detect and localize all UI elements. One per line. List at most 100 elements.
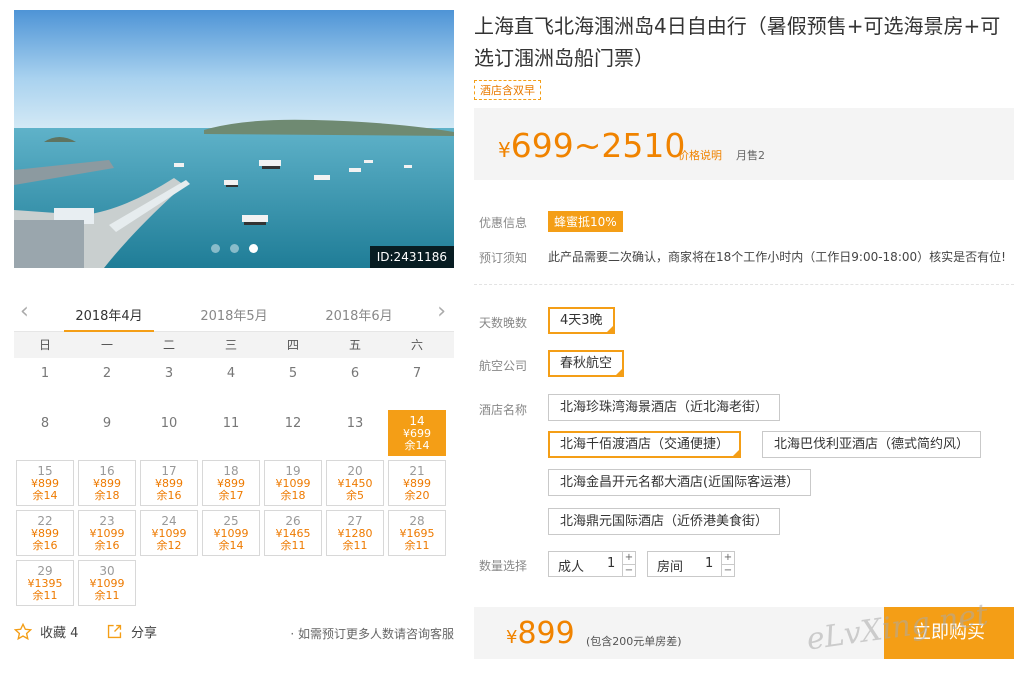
purchase-bar: ¥899 (包含200元单房差) 立即购买: [474, 607, 1014, 659]
calendar-day-unavailable: 7: [412, 366, 422, 381]
star-icon: [14, 622, 32, 640]
yen-symbol: ¥: [498, 138, 511, 162]
day-remaining: 余16: [156, 489, 182, 502]
day-number: 17: [161, 464, 177, 478]
price-explain-link[interactable]: 价格说明: [678, 147, 722, 163]
calendar-day-available[interactable]: 23 ¥1099 余16: [78, 510, 136, 556]
carousel-dot[interactable]: [229, 244, 239, 253]
calendar-day-available[interactable]: 17 ¥899 余16: [140, 460, 198, 506]
calendar-day-available[interactable]: 26 ¥1465 余11: [264, 510, 322, 556]
day-number: 15: [37, 464, 53, 478]
weekday-label: 一: [100, 338, 113, 352]
check-icon: ✓: [605, 319, 613, 328]
calendar-day-unavailable: 8: [40, 416, 50, 431]
calendar-day-unavailable: 9: [102, 416, 112, 431]
airline-option[interactable]: 春秋航空 ✓: [548, 350, 625, 377]
day-number: 25: [223, 514, 239, 528]
calendar-day-unavailable: 12: [284, 416, 302, 431]
calendar-day-available[interactable]: 20 ¥1450 余5: [326, 460, 384, 506]
calendar-day-selected[interactable]: 14 ¥699 余14: [388, 410, 446, 456]
room-stepper-buttons: + −: [721, 552, 734, 576]
calendar-day-available[interactable]: 24 ¥1099 余12: [140, 510, 198, 556]
calendar-day-available[interactable]: 29 ¥1395 余11: [16, 560, 74, 606]
weekday-label: 三: [224, 338, 237, 352]
adult-minus-button[interactable]: −: [623, 564, 635, 576]
hotel-option[interactable]: 北海珍珠湾海景酒店（近北海老街）: [548, 394, 781, 421]
hotel-option-selected[interactable]: 北海千佰渡酒店（交通便捷） ✓: [548, 431, 742, 458]
product-title: 上海直飞北海涠洲岛4日自由行（暑假预售+可选海景房+可选订涠洲岛船门票）: [474, 14, 1001, 70]
room-label: 房间: [657, 560, 684, 575]
booking-notice-label: 预订须知: [479, 251, 528, 265]
day-number: 28: [409, 514, 425, 528]
buy-now-button[interactable]: 立即购买: [884, 607, 1014, 659]
calendar-day-available[interactable]: 16 ¥899 余18: [78, 460, 136, 506]
hotel-option[interactable]: 北海巴伐利亚酒店（德式简约风）: [762, 431, 982, 458]
carousel-dot[interactable]: [248, 244, 258, 253]
calendar-day-unavailable: 5: [288, 366, 298, 381]
room-count[interactable]: 1: [705, 556, 713, 571]
room-minus-button[interactable]: −: [722, 564, 734, 576]
calendar-day-unavailable: 2: [102, 366, 112, 381]
hotel-option[interactable]: 北海鼎元国际酒店（近侨港美食街）: [548, 508, 781, 535]
price-range: ¥699~2510: [498, 126, 685, 165]
day-remaining: 余18: [280, 489, 306, 502]
calendar-day-unavailable: 1: [40, 366, 50, 381]
next-month-icon[interactable]: ›: [437, 301, 446, 323]
day-remaining: 余14: [404, 439, 430, 452]
favorite-button[interactable]: 收藏 4: [14, 622, 78, 641]
share-label: 分享: [131, 626, 158, 641]
tab-month-april[interactable]: 2018年4月: [64, 305, 154, 332]
adult-plus-button[interactable]: +: [623, 552, 635, 564]
calendar-day-unavailable: 3: [164, 366, 174, 381]
discount-badge: 蜂蜜抵10%: [548, 211, 623, 232]
adult-label: 成人: [558, 560, 585, 575]
calendar-day-available[interactable]: 22 ¥899 余16: [16, 510, 74, 556]
day-number: 20: [347, 464, 363, 478]
hotel-name: 北海珍珠湾海景酒店（近北海老街）: [560, 400, 769, 415]
adult-count[interactable]: 1: [607, 556, 615, 571]
adult-stepper-buttons: + −: [622, 552, 635, 576]
single-room-note: (包含200元单房差): [586, 635, 682, 648]
image-id-label: ID:2431186: [369, 246, 454, 268]
tab-month-june[interactable]: 2018年6月: [314, 305, 404, 324]
calendar-day-available[interactable]: 18 ¥899 余17: [202, 460, 260, 506]
day-remaining: 余12: [156, 539, 182, 552]
hotel-option[interactable]: 北海金昌开元名都大酒店(近国际客运港）: [548, 469, 812, 496]
yen-symbol: ¥: [506, 627, 518, 648]
room-stepper[interactable]: 房间 1 + −: [647, 551, 735, 577]
calendar-day-available[interactable]: 30 ¥1099 余11: [78, 560, 136, 606]
day-remaining: 余11: [280, 539, 306, 552]
weekday-label: 二: [162, 338, 175, 352]
calendar-day-unavailable: 11: [222, 416, 240, 431]
breakfast-tag: 酒店含双早: [474, 80, 541, 100]
day-number: 22: [37, 514, 53, 528]
duration-option[interactable]: 4天3晚 ✓: [548, 307, 615, 334]
calendar-day-available[interactable]: 21 ¥899 余20: [388, 460, 446, 506]
calendar-day-available[interactable]: 25 ¥1099 余14: [202, 510, 260, 556]
weekday-header: 日 一 二 三 四 五 六: [14, 332, 454, 358]
prev-month-icon[interactable]: ‹: [20, 301, 29, 323]
day-number: 16: [99, 464, 115, 478]
hotel-name: 北海巴伐利亚酒店（德式简约风）: [774, 437, 970, 452]
tab-month-may[interactable]: 2018年5月: [189, 305, 279, 324]
sea-harbor-image: [14, 10, 454, 268]
price-calendar: ‹ 2018年4月 2018年5月 2018年6月 › 日 一 二 三 四 五 …: [14, 296, 454, 608]
calendar-day-unavailable: 6: [350, 366, 360, 381]
check-icon: ✓: [732, 443, 740, 452]
calendar-day-available[interactable]: 28 ¥1695 余11: [388, 510, 446, 556]
room-plus-button[interactable]: +: [722, 552, 734, 564]
product-photo[interactable]: ID:2431186: [14, 10, 454, 268]
adult-stepper[interactable]: 成人 1 + −: [548, 551, 636, 577]
calendar-day-unavailable: 4: [226, 366, 236, 381]
day-remaining: 余18: [94, 489, 120, 502]
calendar-day-available[interactable]: 15 ¥899 余14: [16, 460, 74, 506]
day-number: 29: [37, 564, 53, 578]
monthly-sales: 月售2: [736, 149, 765, 162]
share-button[interactable]: 分享: [106, 622, 157, 641]
duration-value: 4天3晚: [560, 313, 603, 328]
calendar-day-available[interactable]: 27 ¥1280 余11: [326, 510, 384, 556]
price-range-value: 699~2510: [510, 126, 686, 165]
carousel-dot[interactable]: [210, 244, 220, 253]
calendar-day-available[interactable]: 19 ¥1099 余18: [264, 460, 322, 506]
day-remaining: 余14: [218, 539, 244, 552]
